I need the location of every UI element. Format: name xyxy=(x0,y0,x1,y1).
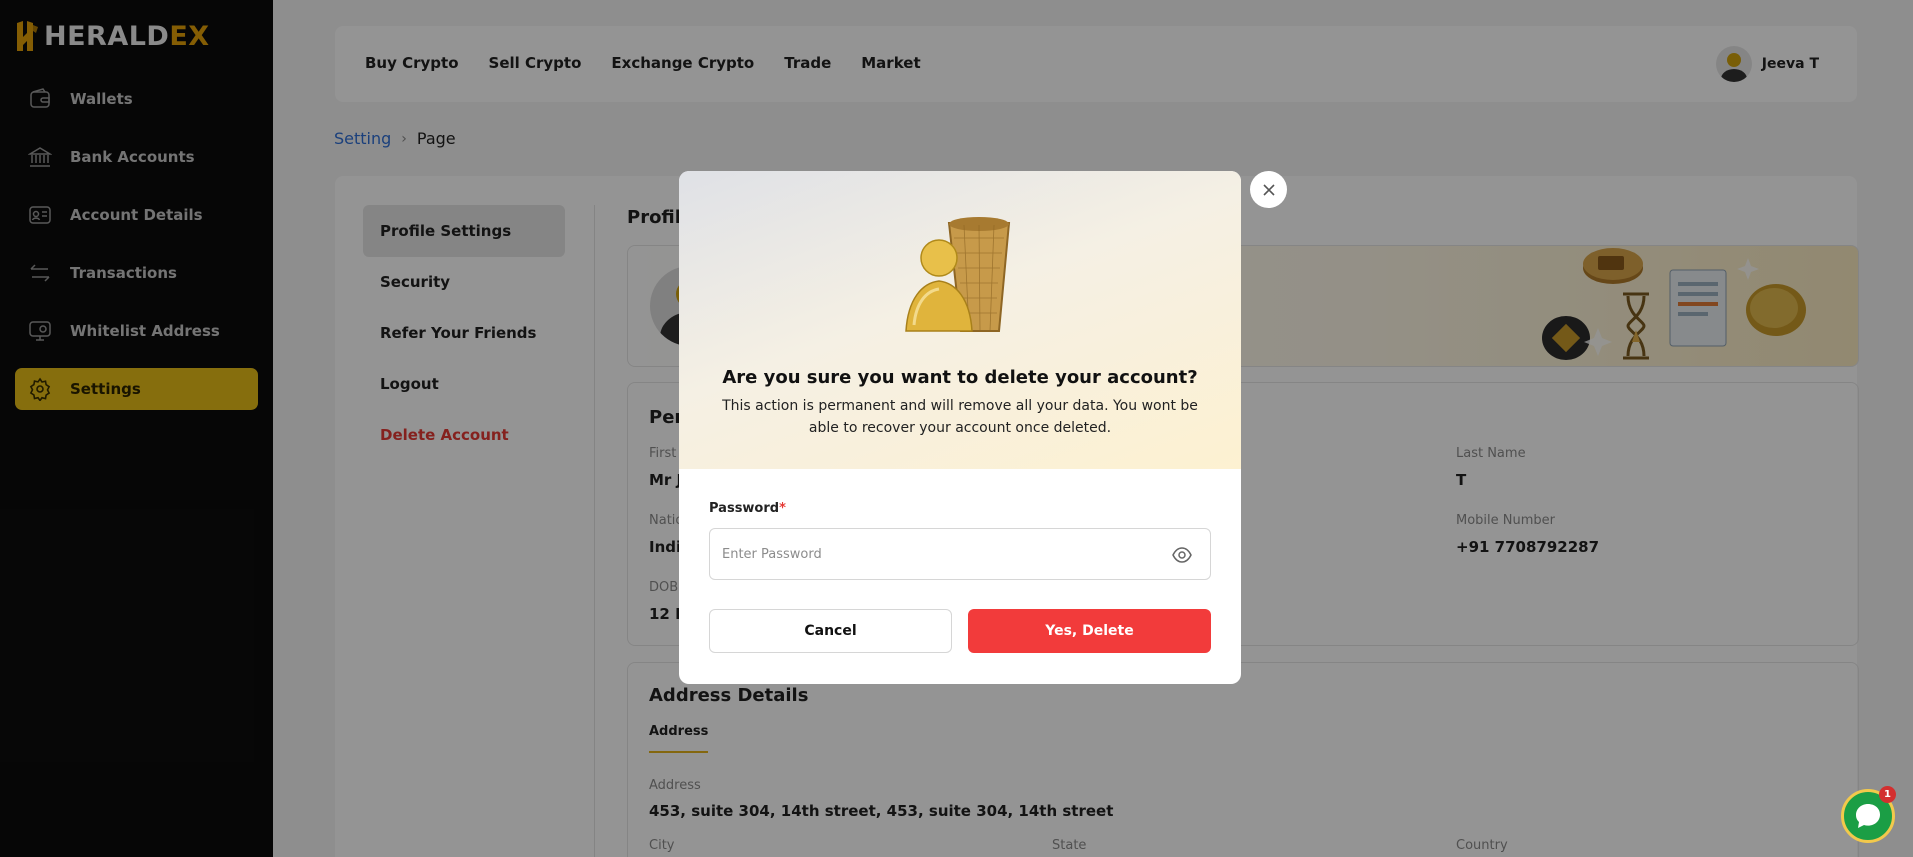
delete-user-trash-icon xyxy=(905,217,1011,332)
delete-account-modal: Are you sure you want to delete your acc… xyxy=(679,171,1241,684)
password-input[interactable] xyxy=(722,543,1152,565)
chat-bubble-icon xyxy=(1856,804,1880,828)
notification-badge: 1 xyxy=(1879,786,1896,803)
modal-title: Are you sure you want to delete your acc… xyxy=(722,367,1198,388)
confirm-delete-button[interactable]: Yes, Delete xyxy=(968,609,1211,653)
password-label: Password* xyxy=(709,501,786,516)
cancel-button[interactable]: Cancel xyxy=(709,609,952,653)
close-icon xyxy=(1262,183,1275,196)
modal-header: Are you sure you want to delete your acc… xyxy=(679,171,1241,469)
eye-icon[interactable] xyxy=(1172,546,1192,564)
modal-description: This action is permanent and will remove… xyxy=(722,398,1198,436)
password-field xyxy=(709,528,1211,580)
close-modal-button[interactable] xyxy=(1250,171,1287,208)
required-asterisk: * xyxy=(779,501,786,516)
